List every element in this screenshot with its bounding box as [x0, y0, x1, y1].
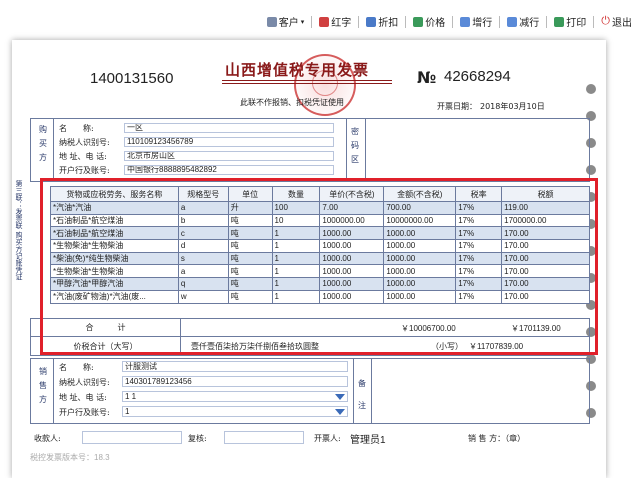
- highlight-box: [40, 178, 598, 355]
- delete-row-button[interactable]: 减行: [507, 14, 539, 29]
- invoice-footer: 收款人: 复核: 开票人: 管理员1 销 售 方：（章）: [30, 431, 590, 447]
- print-label: 打印: [566, 18, 587, 29]
- seller-name-field[interactable]: 计服测试: [122, 361, 348, 372]
- seller-bank-label: 开户行及账号:: [59, 408, 110, 417]
- toolbar-divider: [405, 15, 407, 28]
- chevron-down-icon[interactable]: [335, 409, 345, 415]
- printer-icon: [554, 16, 565, 27]
- toolbar: 客户 ▾ 红字 折扣 价格 增行 减行 打印 ⏻ 退出: [266, 14, 632, 29]
- toolbar-divider: [593, 15, 595, 28]
- divider: [353, 359, 354, 423]
- divider: [365, 119, 366, 181]
- remark-label: 备注: [358, 379, 366, 410]
- drawer-name: 管理员1: [350, 435, 386, 446]
- red-invoice-icon: [319, 16, 330, 27]
- invoice-paper: 1400131560 山西增值税专用发票 此联不作报销、扣税凭证使用 № 426…: [12, 40, 606, 478]
- toolbar-divider: [452, 15, 454, 28]
- buyer-tax-id-label: 纳税人识别号:: [59, 138, 110, 147]
- add-row-button[interactable]: 增行: [460, 14, 492, 29]
- power-icon: ⏻: [601, 15, 610, 27]
- delete-row-label: 减行: [519, 18, 540, 29]
- add-row-label: 增行: [472, 18, 493, 29]
- add-row-icon: [460, 16, 471, 27]
- buyer-tax-id-field[interactable]: 110109123456789: [124, 137, 334, 147]
- discount-icon: [366, 16, 377, 27]
- reviewer-field[interactable]: [224, 431, 304, 444]
- seller-tax-id-label: 纳税人识别号:: [59, 378, 110, 387]
- delete-row-icon: [507, 16, 518, 27]
- buyer-address-field[interactable]: 北京市房山区: [124, 151, 334, 161]
- buyer-address-label: 地 址、电 话:: [59, 152, 107, 161]
- buyer-section: 购买方 名 称: 一区 纳税人识别号: 110109123456789 地 址、…: [30, 118, 590, 182]
- red-invoice-label: 红字: [331, 18, 352, 29]
- seller-address-value: 1 1: [125, 392, 137, 401]
- issue-date: 2018年03月10日: [480, 102, 545, 111]
- invoice-code: 1400131560: [90, 70, 174, 87]
- seller-section: 销售方 名 称: 计服测试 纳税人识别号: 140301789123456 地 …: [30, 358, 590, 424]
- title-underline: [222, 80, 392, 81]
- seller-name-label: 名 称:: [59, 363, 94, 372]
- buyer-name-label: 名 称:: [59, 124, 94, 133]
- price-icon: [413, 16, 424, 27]
- divider: [53, 119, 54, 181]
- payee-label: 收款人:: [34, 434, 61, 443]
- drawer-label: 开票人:: [314, 434, 341, 443]
- divider: [371, 359, 372, 423]
- divider: [346, 119, 347, 181]
- chevron-down-icon: ▾: [300, 18, 305, 26]
- password-area-label: 密码区: [351, 127, 359, 164]
- toolbar-divider: [311, 15, 313, 28]
- discount-label: 折扣: [378, 18, 399, 29]
- invoice-subtitle: 此联不作报销、扣税凭证使用: [240, 98, 344, 107]
- price-button[interactable]: 价格: [413, 14, 445, 29]
- customer-icon: [266, 16, 277, 27]
- price-label: 价格: [425, 18, 446, 29]
- seller-address-label: 地 址、电 话:: [59, 393, 107, 402]
- toolbar-divider: [546, 15, 548, 28]
- customer-label: 客户: [278, 18, 299, 29]
- version-text: 税控发票版本号：18.3: [30, 453, 110, 462]
- seller-address-select[interactable]: 1 1: [122, 391, 348, 402]
- buyer-name-field[interactable]: 一区: [124, 123, 334, 133]
- buyer-bank-field[interactable]: 中国银行8888895482892: [124, 165, 334, 175]
- perforation-hole: [586, 84, 596, 94]
- reviewer-label: 复核:: [188, 434, 207, 443]
- discount-button[interactable]: 折扣: [366, 14, 398, 29]
- toolbar-divider: [499, 15, 501, 28]
- seller-tax-id-field[interactable]: 140301789123456: [122, 376, 348, 387]
- invoice-title: 山西增值税专用发票: [225, 61, 370, 79]
- issue-date-label: 开票日期：: [437, 102, 477, 111]
- seller-bank-select[interactable]: 1: [122, 406, 348, 417]
- seller-bank-value: 1: [125, 407, 130, 416]
- invoice-number: 42668294: [444, 68, 511, 85]
- toolbar-divider: [358, 15, 360, 28]
- exit-button[interactable]: ⏻ 退出: [601, 14, 632, 29]
- number-mark: №: [417, 68, 437, 87]
- title-underline: [222, 83, 392, 84]
- customer-button[interactable]: 客户 ▾: [266, 14, 305, 29]
- seller-side-label: 销售方: [39, 367, 47, 404]
- red-invoice-button[interactable]: 红字: [319, 14, 351, 29]
- payee-field[interactable]: [82, 431, 182, 444]
- chevron-down-icon[interactable]: [335, 394, 345, 400]
- copy-label-vertical: 第三联：发票联 购买方记账凭证: [15, 180, 23, 281]
- buyer-side-label: 购买方: [39, 125, 47, 162]
- print-button[interactable]: 打印: [554, 14, 586, 29]
- seller-stamp-label: 销 售 方：（章）: [468, 434, 526, 443]
- buyer-bank-label: 开户行及账号:: [59, 166, 110, 175]
- divider: [53, 359, 54, 423]
- exit-label: 退出: [612, 18, 632, 29]
